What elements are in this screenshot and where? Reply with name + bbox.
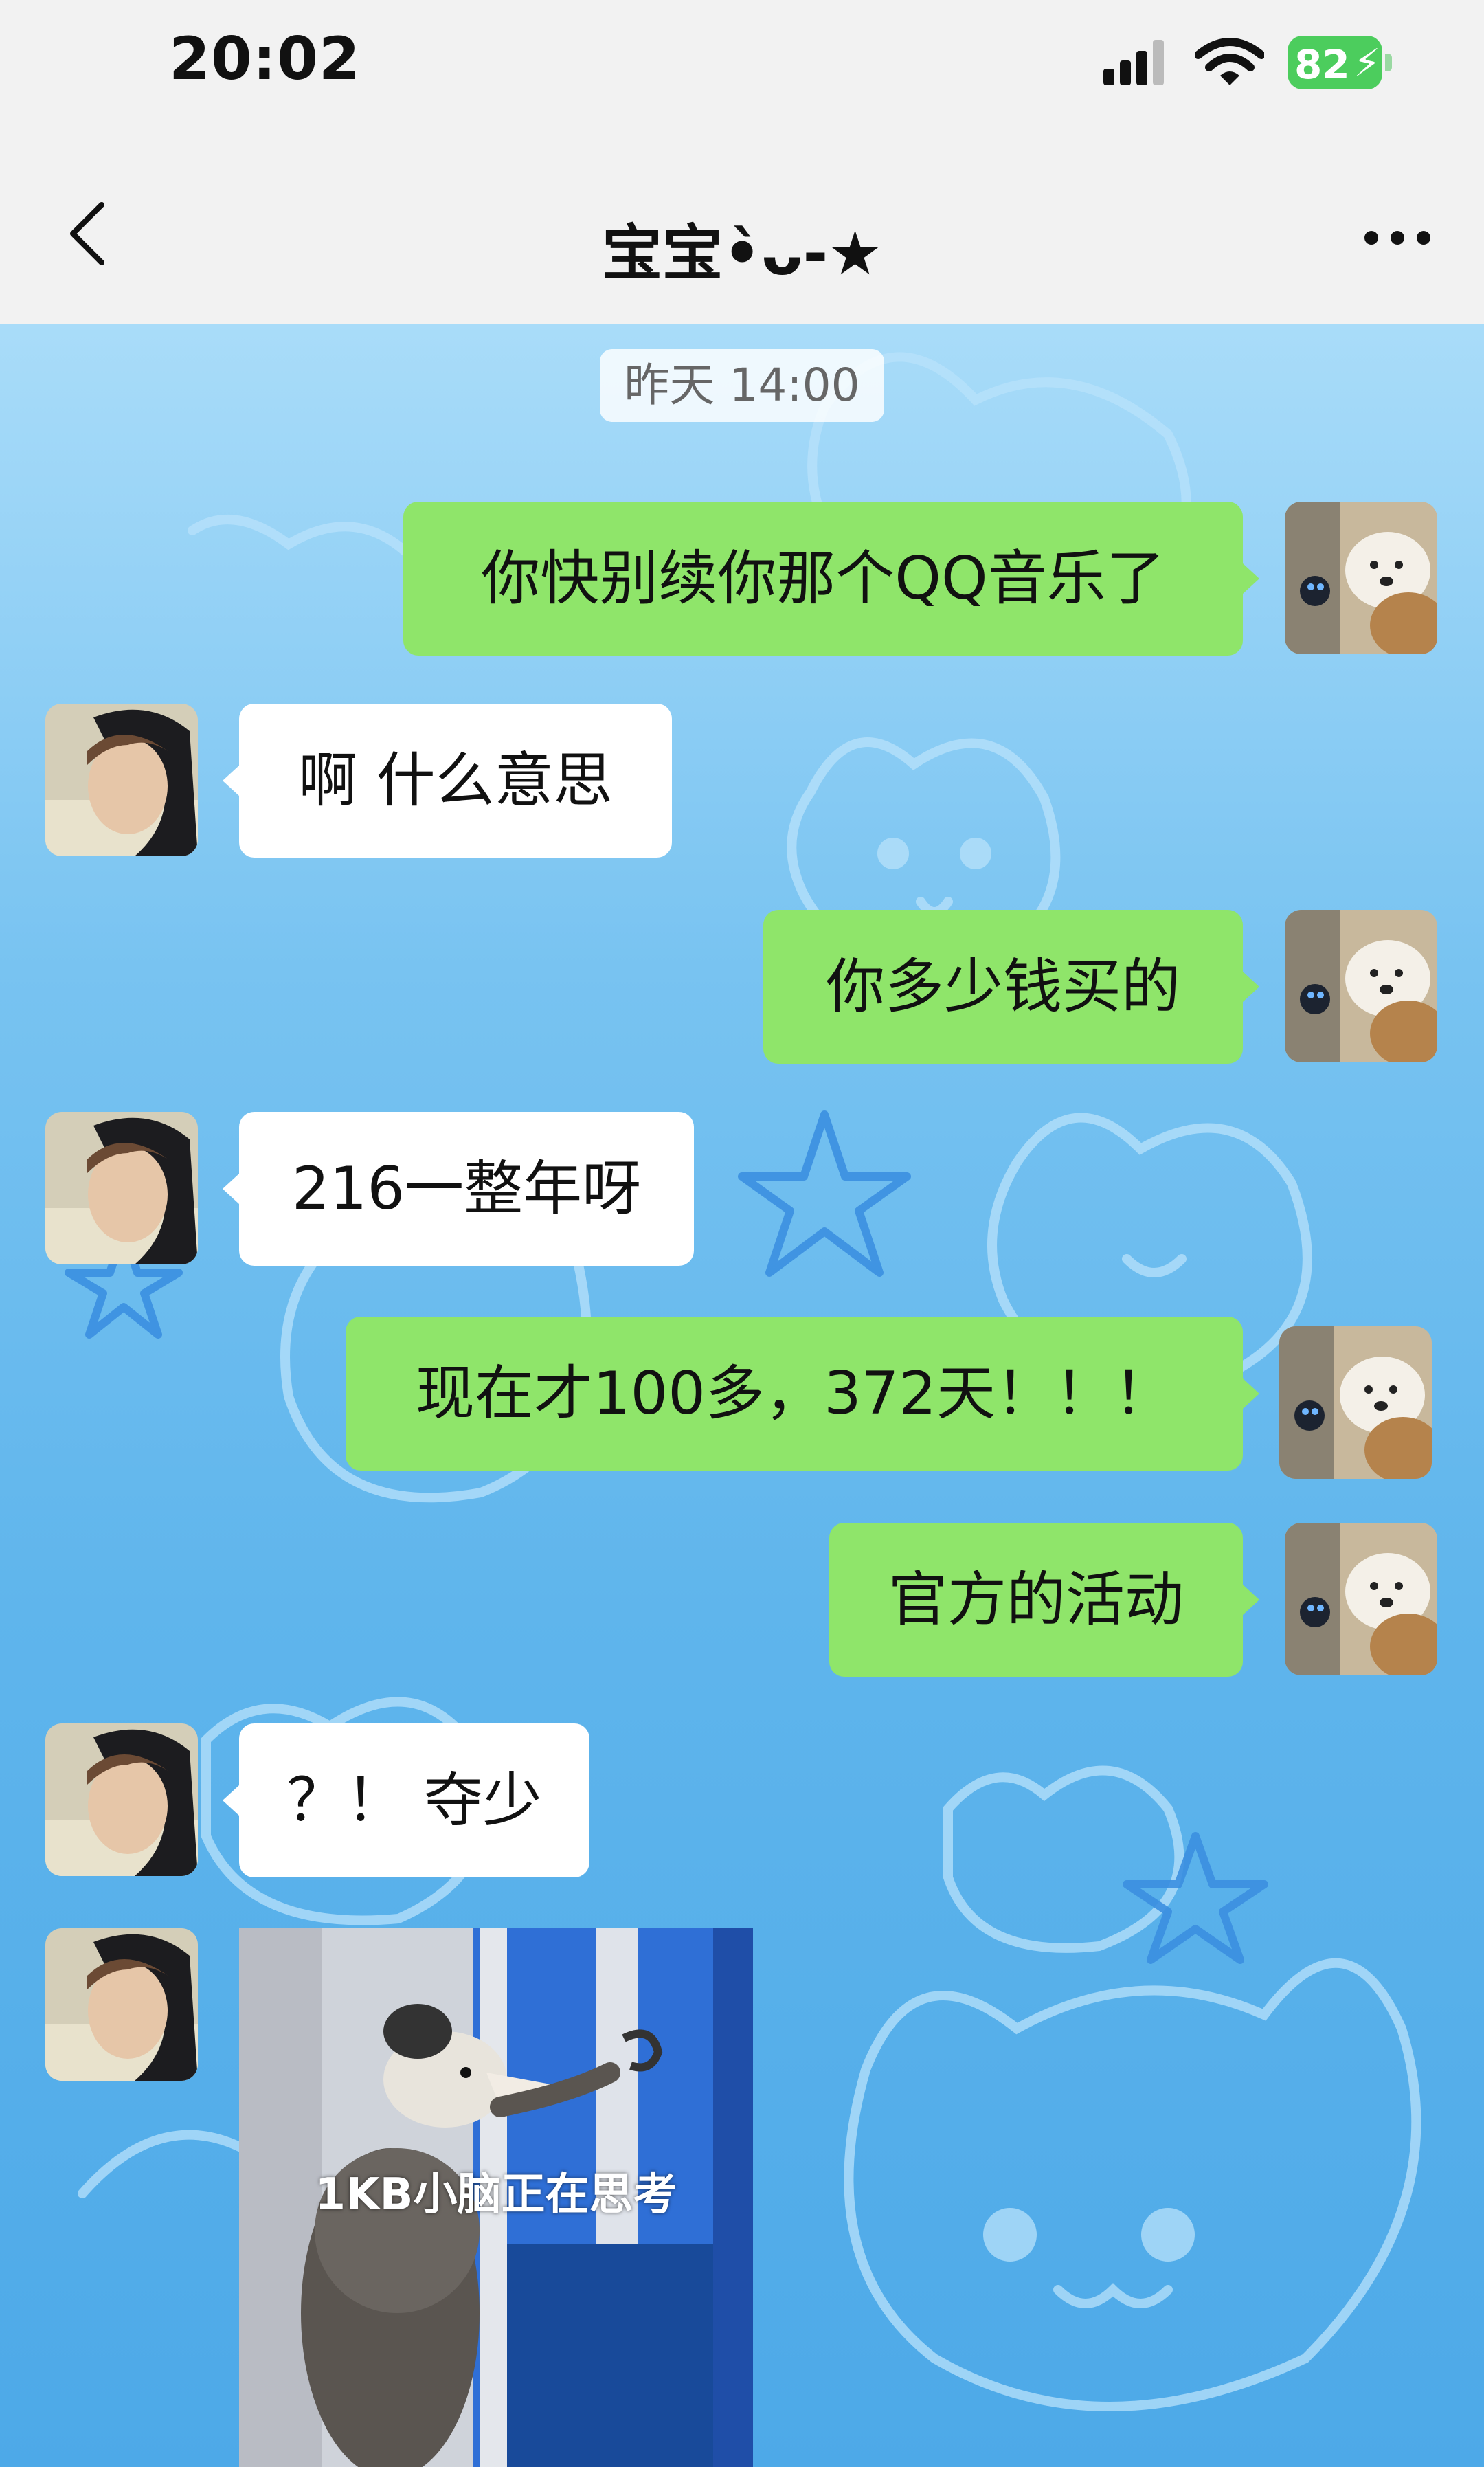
image-message[interactable]: 1KB小脑正在思考 xyxy=(239,1928,753,2467)
chat-area[interactable]: 昨天 14:00 你快别续你那个QQ音乐了 啊 什么意思 你多少钱买的 216一… xyxy=(0,324,1484,2467)
image-caption: 1KB小脑正在思考 xyxy=(315,2169,677,2220)
person-avatar-icon xyxy=(45,1928,198,2081)
avatar-self[interactable] xyxy=(1285,1523,1437,1675)
message-bubble-sent[interactable]: 现在才100多，372天！！！ xyxy=(346,1317,1243,1471)
bubble-tail xyxy=(223,1174,239,1204)
battery-level: 82 xyxy=(1294,41,1350,88)
more-horizontal-icon[interactable] xyxy=(1363,230,1432,246)
dog-avatar-icon xyxy=(1285,1523,1437,1675)
avatar-self[interactable] xyxy=(1279,1326,1432,1479)
dog-avatar-icon xyxy=(1285,502,1437,654)
person-avatar-icon xyxy=(45,704,198,856)
chat-title: 宝宝•̀ᴗ-★ xyxy=(601,218,883,289)
bubble-tail xyxy=(1243,1378,1259,1409)
battery-icon: 82 ⚡ xyxy=(1288,36,1393,89)
avatar-contact[interactable] xyxy=(45,1928,198,2081)
person-avatar-icon xyxy=(45,1112,198,1264)
chat-timestamp: 昨天 14:00 xyxy=(600,349,884,422)
status-bar: 20:02 82 ⚡ xyxy=(0,0,1484,131)
message-bubble-received[interactable]: 216一整年呀 xyxy=(239,1112,694,1266)
avatar-contact[interactable] xyxy=(45,704,198,856)
bubble-tail xyxy=(1243,563,1259,594)
wifi-icon xyxy=(1195,38,1264,85)
avatar-self[interactable] xyxy=(1285,910,1437,1062)
message-bubble-sent[interactable]: 你多少钱买的 xyxy=(763,910,1243,1064)
message-bubble-sent[interactable]: 官方的活动 xyxy=(829,1523,1243,1677)
message-bubble-received[interactable]: ？！ 夺少 xyxy=(239,1723,589,1877)
avatar-contact[interactable] xyxy=(45,1723,198,1876)
bubble-tail xyxy=(223,1785,239,1816)
cellular-signal-icon xyxy=(1103,40,1164,85)
message-bubble-sent[interactable]: 你快别续你那个QQ音乐了 xyxy=(403,502,1243,656)
avatar-contact[interactable] xyxy=(45,1112,198,1264)
dog-avatar-icon xyxy=(1279,1326,1432,1479)
nav-bar: 宝宝•̀ᴗ-★ xyxy=(0,131,1484,324)
person-avatar-icon xyxy=(45,1723,198,1876)
avatar-self[interactable] xyxy=(1285,502,1437,654)
bubble-tail xyxy=(1243,972,1259,1002)
dog-avatar-icon xyxy=(1285,910,1437,1062)
bubble-tail xyxy=(1243,1585,1259,1615)
charging-bolt-icon: ⚡ xyxy=(1353,41,1381,86)
bubble-tail xyxy=(223,766,239,796)
message-bubble-received[interactable]: 啊 什么意思 xyxy=(239,704,672,858)
status-time: 20:02 xyxy=(169,25,361,93)
